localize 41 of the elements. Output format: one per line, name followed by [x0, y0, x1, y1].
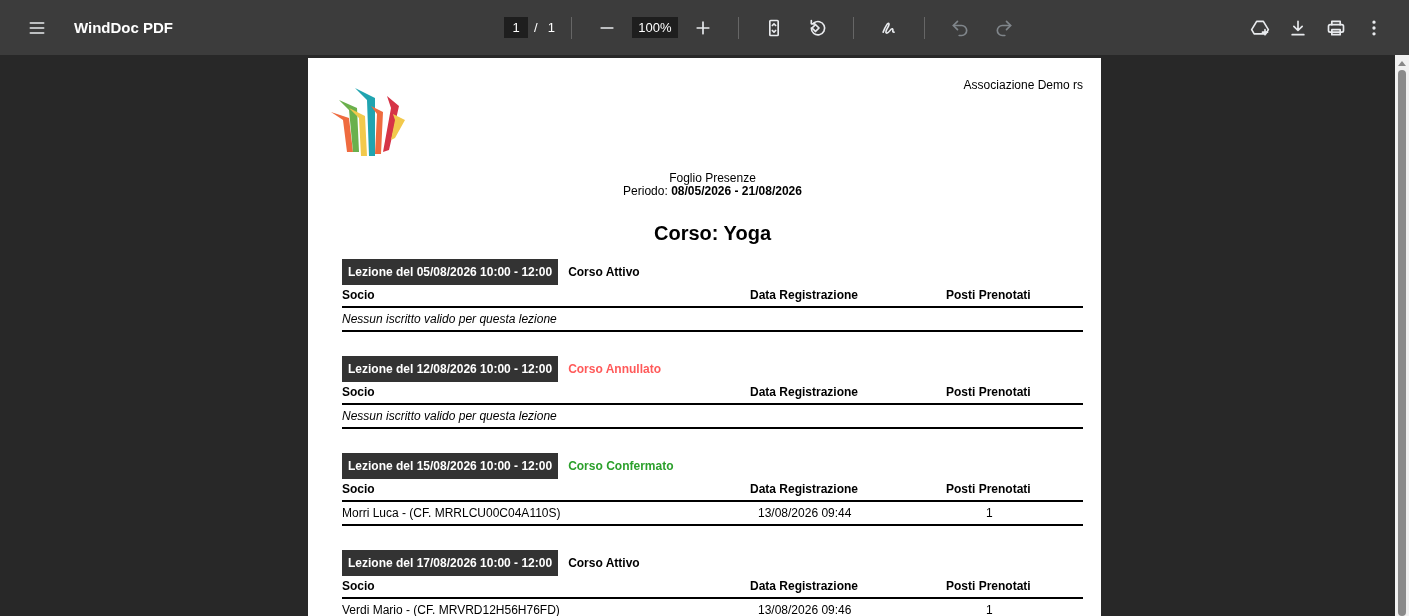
seats-cell: 1 — [986, 603, 993, 616]
column-header: Posti Prenotati — [946, 288, 1031, 302]
lesson-label: Lezione del 12/08/2026 10:00 - 12:00 — [342, 356, 559, 382]
column-header: Socio — [342, 579, 375, 593]
column-header: Data Registrazione — [750, 482, 859, 496]
column-header: Socio — [342, 482, 375, 496]
column-header: Data Registrazione — [750, 385, 859, 399]
lesson-label: Lezione del 05/08/2026 10:00 - 12:00 — [342, 259, 559, 285]
column-header: Socio — [342, 385, 375, 399]
scroll-up-icon[interactable] — [1397, 59, 1407, 67]
organization-name: Associazione Demo rs — [963, 78, 1083, 92]
lesson-status: Corso Attivo — [568, 265, 640, 279]
app-title: WindDoc PDF — [74, 19, 175, 36]
lesson-status: Corso Annullato — [568, 362, 661, 376]
zoom-field[interactable]: 100% — [631, 17, 678, 38]
column-header: Posti Prenotati — [946, 482, 1031, 496]
column-header: Posti Prenotati — [946, 385, 1031, 399]
document-heading: Foglio Presenze — [668, 172, 757, 185]
lesson-status: Corso Confermato — [568, 459, 674, 473]
page-total: 1 — [547, 20, 555, 35]
period-label: Periodo: — [623, 184, 668, 198]
page-separator: / — [534, 20, 538, 35]
column-header: Posti Prenotati — [946, 579, 1031, 593]
registration-date-cell: 13/08/2026 09:46 — [758, 603, 852, 616]
column-header: Socio — [342, 288, 375, 302]
column-header: Data Registrazione — [750, 288, 859, 302]
empty-message: Nessun iscritto valido per questa lezione — [342, 312, 557, 326]
column-header: Data Registrazione — [750, 579, 859, 593]
page-number-field[interactable]: 1 — [504, 17, 528, 38]
member-cell: Morri Luca - (CF. MRRLCU00C04A110S) — [342, 506, 561, 520]
lesson-label: Lezione del 17/08/2026 10:00 - 12:00 — [342, 550, 559, 576]
lesson-label: Lezione del 15/08/2026 10:00 - 12:00 — [342, 453, 559, 479]
seats-cell: 1 — [986, 506, 993, 520]
scrollbar[interactable] — [1395, 55, 1409, 616]
scrollbar-thumb[interactable] — [1398, 70, 1406, 616]
member-cell: Verdi Mario - (CF. MRVRD12H56H76FD) — [342, 603, 560, 616]
lesson-status: Corso Attivo — [568, 556, 640, 570]
course-title: Corso: Yoga — [652, 222, 773, 245]
period-range: 08/05/2026 - 21/08/2026 — [671, 184, 802, 198]
empty-message: Nessun iscritto valido per questa lezione — [342, 409, 557, 423]
registration-date-cell: 13/08/2026 09:44 — [758, 506, 852, 520]
